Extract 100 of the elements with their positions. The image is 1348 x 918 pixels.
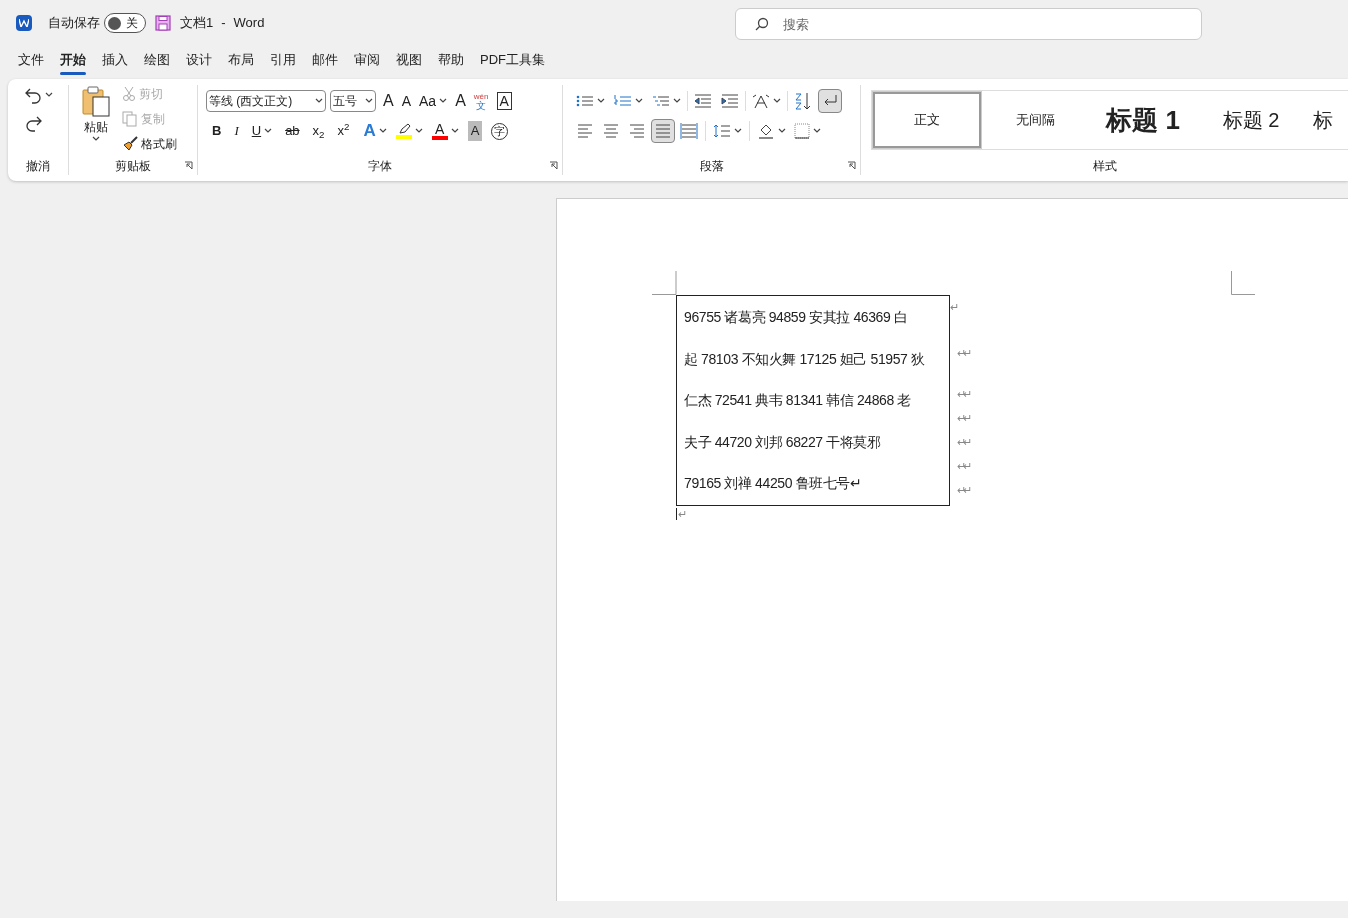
caret-icon [813, 128, 821, 134]
align-right-icon [628, 122, 646, 140]
italic-button[interactable]: I [228, 119, 245, 143]
caret-icon [778, 128, 786, 134]
caret-icon [734, 128, 742, 134]
numbered-list-icon [614, 94, 632, 108]
font-name-dropdown[interactable]: 等线 (西文正文) [206, 90, 326, 112]
paragraph-mark: ↵↵ [957, 460, 969, 472]
font-color-button[interactable]: A [428, 119, 462, 143]
strikethrough-button[interactable]: ab [279, 119, 306, 143]
document-title: 文档1 [180, 14, 214, 33]
ribbon-tab[interactable]: 开始 [52, 46, 94, 77]
autosave-label: 自动保存 [48, 14, 100, 33]
group-label: 撤消 [26, 158, 50, 175]
paragraph-mark: ↵↵ [957, 484, 969, 496]
ribbon-tab[interactable]: 引用 [262, 46, 304, 77]
bold-button[interactable]: B [206, 119, 228, 143]
clipboard-icon [81, 85, 111, 117]
text-line: 仁杰 72541 典韦 81341 韩信 24868 老 [684, 391, 912, 411]
bullet-list-icon [576, 94, 594, 108]
caret-icon [773, 98, 781, 104]
distributed-align-icon [680, 122, 698, 140]
increase-indent-icon [721, 94, 739, 108]
caret-icon [365, 98, 373, 104]
style-option[interactable]: 标题 2 [1197, 92, 1305, 148]
style-option[interactable]: 标题 1 [1089, 92, 1197, 148]
copy-icon [122, 111, 138, 127]
ribbon-tab[interactable]: 视图 [388, 46, 430, 77]
ribbon-tab[interactable]: PDF工具集 [472, 46, 553, 77]
shrink-font-button[interactable]: A [398, 89, 414, 113]
caret-icon [414, 128, 423, 134]
underline-button[interactable]: U [245, 119, 279, 143]
group-label: 样式 [1092, 158, 1117, 175]
app-icon [16, 15, 32, 31]
line-spacing-icon [713, 123, 731, 139]
caret-icon [378, 128, 387, 134]
alignment-button[interactable] [651, 119, 675, 143]
align-left-icon [576, 122, 594, 140]
paragraph-mark: ↵↵ [957, 412, 969, 424]
style-option[interactable]: 标 [1305, 92, 1337, 148]
crop-mark [652, 271, 677, 295]
caret-icon [597, 98, 605, 104]
ribbon-tab[interactable]: 邮件 [304, 46, 346, 77]
text-line: 夫子 44720 刘邦 68227 干将莫邪 [684, 432, 882, 452]
grow-font-button[interactable]: A [380, 89, 397, 113]
app-name: Word [233, 14, 265, 33]
ribbon-tab[interactable]: 绘图 [136, 46, 178, 77]
multilevel-list-icon [652, 94, 670, 108]
style-option[interactable]: 正文 [873, 92, 981, 148]
text-line: 起 78103 不知火舞 17125 妲己 51957 狄 [684, 349, 926, 369]
group-label: 段落 [699, 158, 724, 175]
font-size-dropdown[interactable]: 五号 [330, 90, 376, 112]
caret-icon [44, 92, 53, 98]
ribbon-tab[interactable]: 帮助 [430, 46, 472, 77]
highlighter-icon [396, 123, 411, 135]
text-box[interactable]: 96755 诸葛亮 94859 安其拉 46369 白 起 78103 不知火舞 17125 妲己 51957 狄 仁杰 72541 典韦 81341 韩信 24868 老 夫子 44720 刘邦 68227 干将莫邪 79165 刘禅 44250 鲁班七号↵ [676, 295, 950, 506]
dialog-launcher-icon [184, 161, 193, 170]
paint-bucket-icon [757, 122, 775, 140]
undo-icon [23, 86, 42, 104]
caret-icon [264, 128, 273, 134]
paragraph-mark: ↵ [676, 508, 687, 520]
paragraph-mark: ↵↵ [957, 436, 969, 448]
text-line: 96755 诸葛亮 94859 安其拉 46369 白 [684, 308, 909, 328]
caret-icon [450, 128, 459, 134]
paragraph-mark: ↵ [950, 301, 956, 313]
paragraph-mark: ↵↵ [957, 388, 969, 400]
paragraph-mark: ↵↵ [957, 347, 969, 359]
align-justify-icon [654, 122, 672, 140]
autosave-toggle[interactable]: 关 [104, 13, 146, 33]
ribbon-tab[interactable]: 设计 [178, 46, 220, 77]
title-separator: - [221, 14, 226, 33]
dialog-launcher-icon [847, 161, 856, 170]
group-label: 剪贴板 [115, 158, 151, 175]
format-painter-button[interactable]: 格式刷 [119, 132, 180, 155]
phonetic-guide-button[interactable]: wén 文 [470, 89, 492, 113]
dialog-launcher-icon [549, 161, 558, 170]
superscript-button[interactable]: x$^{2}$ [331, 119, 356, 143]
ribbon-tab[interactable]: 布局 [220, 46, 262, 77]
change-case-button[interactable]: Aa [416, 89, 451, 113]
group-label: 字体 [368, 158, 392, 175]
show-marks-button[interactable] [818, 89, 842, 113]
search-field[interactable]: 搜索 [735, 8, 1202, 40]
caret-icon [315, 98, 323, 104]
paintbrush-icon [122, 135, 138, 152]
crop-mark [1231, 271, 1255, 295]
paste-button[interactable]: 粘贴 [77, 83, 115, 155]
align-center-icon [602, 122, 620, 140]
text-line: 79165 刘禅 44250 鲁班七号↵ [684, 474, 863, 494]
caret-icon [92, 136, 100, 142]
scissors-icon [122, 86, 136, 103]
ribbon-tab[interactable]: 文件 [10, 46, 52, 77]
ribbon-tab[interactable]: 审阅 [346, 46, 388, 77]
clear-format-button[interactable]: A [452, 89, 469, 113]
redo-icon [25, 114, 43, 132]
style-option[interactable]: 无间隔 [981, 92, 1089, 148]
search-icon [755, 17, 769, 31]
text-effect-button[interactable]: A [360, 119, 390, 143]
ribbon-tab[interactable]: 插入 [94, 46, 136, 77]
caret-icon [635, 98, 643, 104]
subscript-button[interactable]: x$_{2}$ [306, 119, 331, 143]
